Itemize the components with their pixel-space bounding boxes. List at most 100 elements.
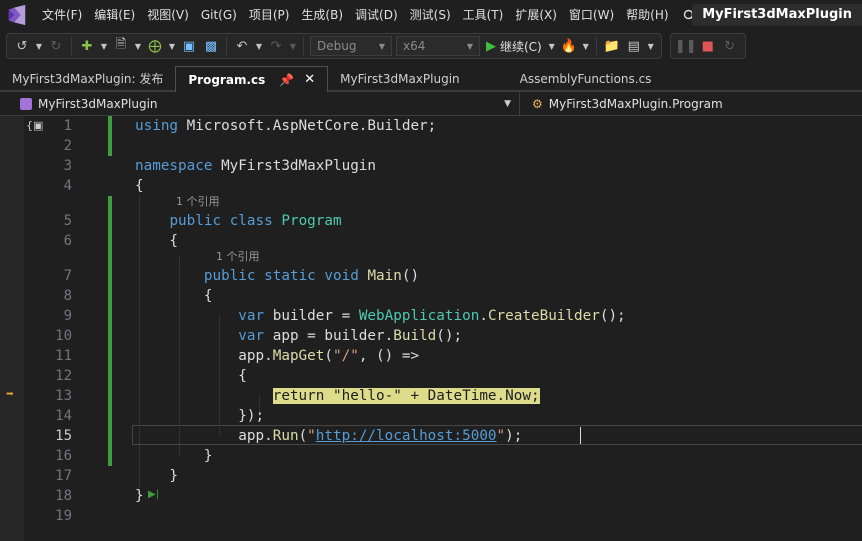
chevron-down-icon[interactable]: ▼ — [287, 42, 299, 51]
line-4: 4{ — [0, 176, 862, 196]
code-text: } — [135, 488, 144, 504]
chevron-down-icon[interactable]: ▼ — [166, 42, 178, 51]
menu-edit[interactable]: 编辑(E) — [88, 0, 141, 30]
menu-extensions[interactable]: 扩展(X) — [509, 0, 563, 30]
document-tabs: MyFirst3dMaxPlugin: 发布 Program.cs 📌 ✕ My… — [0, 66, 862, 94]
class-icon: ⚙ — [532, 96, 543, 111]
new-project-icon[interactable]: ✚ — [76, 35, 98, 57]
line-18: 18} — [0, 486, 862, 506]
vs-logo-icon[interactable] — [6, 4, 28, 26]
browse-icon[interactable]: ▤ — [623, 35, 645, 57]
tab-label: MyFirst3dMaxPlugin: 发布 — [12, 72, 164, 86]
forward-icon[interactable]: ↻ — [45, 35, 67, 57]
tab-label: Program.cs — [188, 72, 266, 87]
csharp-project-icon — [20, 97, 32, 110]
code-editor[interactable]: {▣ ➡ 1 using Microsoft.AspNetCore.Builder… — [0, 116, 862, 541]
save-all-icon[interactable]: ▩ — [200, 35, 222, 57]
continue-label: 继续(C) — [500, 39, 542, 54]
toolbar-separator — [71, 37, 72, 55]
chevron-down-icon[interactable]: ▼ — [98, 42, 110, 51]
pin-icon[interactable]: 📌 — [279, 67, 294, 93]
hot-reload-icon[interactable]: 🔥 — [558, 35, 580, 57]
line-16: 16 } — [0, 446, 862, 466]
line-19: 19 — [0, 506, 862, 526]
menu-view[interactable]: 视图(V) — [141, 0, 195, 30]
save-icon[interactable]: ▣ — [178, 35, 200, 57]
project-dropdown[interactable]: MyFirst3dMaxPlugin ▼ — [0, 91, 520, 116]
line-17: 17 } — [0, 466, 862, 486]
solution-name[interactable]: MyFirst3dMaxPlugin — [692, 4, 862, 26]
current-statement-highlight: return "hello-" + DateTime.Now; — [272, 388, 540, 404]
back-icon[interactable]: ↺ — [11, 35, 33, 57]
tab-label: AssemblyFunctions.cs — [519, 72, 652, 86]
url-link[interactable]: http://localhost:5000 — [316, 428, 497, 444]
line-number: 14 — [55, 408, 72, 424]
menu-project[interactable]: 项目(P) — [243, 0, 296, 30]
line-number: 3 — [63, 158, 72, 174]
tab-project[interactable]: MyFirst3dMaxPlugin — [328, 66, 472, 92]
menu-git[interactable]: Git(G) — [195, 0, 243, 30]
chevron-down-icon[interactable]: ▼ — [33, 42, 45, 51]
pause-icon[interactable]: ❚❚ — [675, 35, 697, 57]
restart-icon[interactable]: ↻ — [719, 35, 741, 57]
menu-tools[interactable]: 工具(T) — [457, 0, 510, 30]
toolbar-group-debug: ❚❚ ■ ↻ — [669, 33, 746, 59]
code-text: app.MapGet("/", () => — [135, 348, 420, 364]
codelens-references[interactable]: 1 个引用 — [216, 249, 260, 265]
namespace-end-marker-icon: ▶| — [148, 489, 160, 500]
code-text: namespace MyFirst3dMaxPlugin — [135, 158, 377, 174]
code-text: } — [135, 468, 179, 484]
chevron-down-icon[interactable]: ▼ — [580, 42, 592, 51]
line-number: 18 — [55, 488, 72, 504]
line-number: 1 — [63, 118, 72, 134]
play-icon: ▶ — [486, 38, 496, 54]
chevron-down-icon[interactable]: ▼ — [253, 42, 265, 51]
menu-help[interactable]: 帮助(H) — [620, 0, 674, 30]
code-text: { — [135, 178, 144, 194]
menu-debug[interactable]: 调试(D) — [349, 0, 404, 30]
line-15: 15 app.Run("http://localhost:5000"); — [0, 426, 862, 446]
line-14: 14 }); — [0, 406, 862, 426]
menu-window[interactable]: 窗口(W) — [563, 0, 620, 30]
navigation-bar: MyFirst3dMaxPlugin ▼ ⚙ MyFirst3dMaxPlugi… — [0, 91, 862, 116]
line-8: 8 { — [0, 286, 862, 306]
line-number: 7 — [63, 268, 72, 284]
code-text: { — [135, 368, 247, 384]
code-text: using Microsoft.AspNetCore.Builder; — [135, 118, 437, 134]
tab-publish[interactable]: MyFirst3dMaxPlugin: 发布 — [0, 66, 175, 92]
line-3: 3 namespace MyFirst3dMaxPlugin — [0, 156, 862, 176]
undo-icon[interactable]: ↶ — [231, 35, 253, 57]
toolbar-group-main: ↺ ▼ ↻ ✚ ▼ 🗎 ▼ ⨁ ▼ ▣ ▩ ↶ ▼ ↷ ▼ Debug ▼ x6… — [6, 33, 662, 59]
close-icon[interactable]: ✕ — [304, 67, 315, 93]
chevron-down-icon[interactable]: ▼ — [546, 42, 558, 51]
platform-select[interactable]: x64 ▼ — [396, 36, 480, 56]
menu-build[interactable]: 生成(B) — [295, 0, 349, 30]
code-text: public class Program — [169, 213, 342, 229]
open-file-icon[interactable]: 🗎 — [110, 35, 132, 57]
redo-icon[interactable]: ↷ — [265, 35, 287, 57]
chevron-down-icon[interactable]: ▼ — [645, 42, 657, 51]
platform-value: x64 — [403, 39, 426, 53]
project-name: MyFirst3dMaxPlugin — [38, 96, 158, 111]
line-number: 19 — [55, 508, 72, 524]
code-text: return "hello-" + DateTime.Now; — [135, 386, 540, 406]
tab-assembly-functions[interactable]: AssemblyFunctions.cs — [508, 66, 664, 92]
line-10: 10 var app = builder.Build(); — [0, 326, 862, 346]
line-7: 7 public static void Main() — [0, 266, 862, 286]
config-select[interactable]: Debug ▼ — [310, 36, 392, 56]
line-5: 5 public class Program — [0, 211, 862, 231]
member-dropdown[interactable]: ⚙ MyFirst3dMaxPlugin.Program — [520, 92, 723, 116]
codelens-references[interactable]: 1 个引用 — [176, 194, 220, 210]
folder-icon[interactable]: 📁 — [601, 35, 623, 57]
add-item-icon[interactable]: ⨁ — [144, 35, 166, 57]
line-number: 13 — [55, 388, 72, 404]
continue-button[interactable]: ▶ 继续(C) — [482, 38, 546, 55]
tab-program-cs[interactable]: Program.cs 📌 ✕ — [175, 66, 329, 94]
stop-icon[interactable]: ■ — [697, 35, 719, 57]
line-number: 5 — [63, 213, 72, 229]
menu-file[interactable]: 文件(F) — [36, 0, 88, 30]
line-number: 2 — [63, 138, 72, 154]
chevron-down-icon: ▼ — [504, 98, 511, 109]
menu-test[interactable]: 测试(S) — [404, 0, 457, 30]
chevron-down-icon[interactable]: ▼ — [132, 42, 144, 51]
